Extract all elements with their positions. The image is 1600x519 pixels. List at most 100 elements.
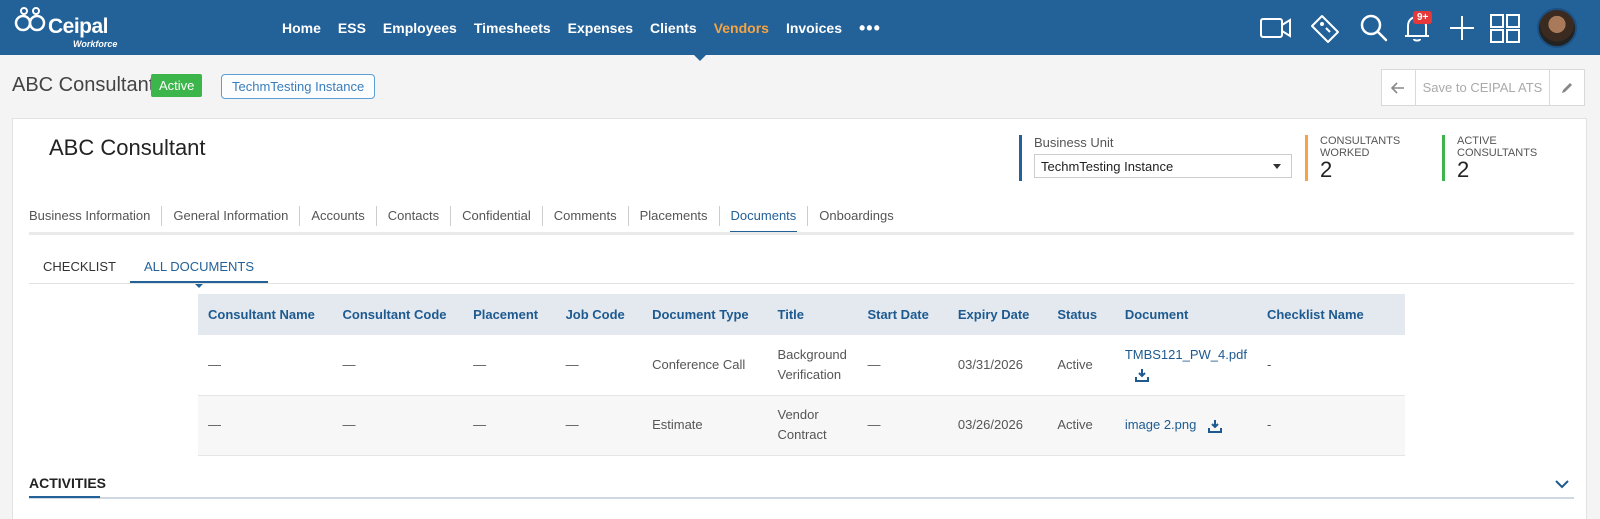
cell-document: TMBS121_PW_4.pdf <box>1114 335 1257 396</box>
stat-label: CONSULTANTS WORKED <box>1320 135 1401 159</box>
cell-job-code: — <box>555 395 643 456</box>
download-icon[interactable] <box>1134 368 1149 383</box>
subtab-all-documents[interactable]: ALL DOCUMENTS <box>129 249 269 288</box>
nav-invoices[interactable]: Invoices <box>786 20 842 36</box>
business-unit: Business Unit TechmTesting Instance <box>1019 135 1292 181</box>
cell-checklist-name: - <box>1256 335 1405 396</box>
instance-tag[interactable]: TechmTesting Instance <box>221 74 376 99</box>
tab-onboardings[interactable]: Onboardings <box>808 206 904 226</box>
cell-consultant-name: — <box>198 395 333 456</box>
vendor-card: ABC Consultant Business Unit TechmTestin… <box>12 118 1587 519</box>
tab-documents[interactable]: Documents <box>720 206 809 233</box>
column-header[interactable]: Expiry Date <box>947 294 1048 335</box>
arrow-left-icon <box>1391 81 1405 94</box>
header-actions: Save to CEIPAL ATS <box>1381 69 1585 106</box>
edit-button[interactable] <box>1550 70 1584 105</box>
nav-active-caret <box>693 54 707 61</box>
stat-value: 2 <box>1457 157 1470 182</box>
dropdown-caret-icon <box>1273 164 1281 169</box>
business-unit-select[interactable]: TechmTesting Instance <box>1034 154 1292 178</box>
nav-employees[interactable]: Employees <box>383 20 457 36</box>
nav-expenses[interactable]: Expenses <box>568 20 633 36</box>
activities-underline <box>29 496 100 498</box>
cell-title: Background Verification <box>767 335 858 396</box>
cell-start-date: — <box>857 335 948 396</box>
stat-consultants-worked: CONSULTANTS WORKED 2 <box>1305 135 1410 181</box>
tag-icon[interactable] <box>1308 12 1342 44</box>
status-badge: Active <box>151 74 203 97</box>
column-header[interactable]: Document <box>1114 294 1257 335</box>
chevron-down-icon[interactable] <box>1555 479 1569 489</box>
tab-business-information[interactable]: Business Information <box>29 206 163 226</box>
logo-subtitle: Workforce <box>73 39 118 49</box>
save-to-ats-button[interactable]: Save to CEIPAL ATS <box>1416 70 1551 105</box>
subtabs-divider <box>29 283 1574 284</box>
page-title: ABC Consultant <box>12 74 155 96</box>
cell-consultant-name: — <box>198 335 333 396</box>
stat-value: 2 <box>1320 157 1333 182</box>
document-subtabs: CHECKLIST ALL DOCUMENTS <box>29 249 269 288</box>
table-row: — — — — Conference Call Background Verif… <box>198 335 1405 396</box>
stat-active-consultants: ACTIVE CONSULTANTS 2 <box>1442 135 1547 181</box>
logo-text: Ceipal <box>48 15 109 38</box>
stat-label: ACTIVE CONSULTANTS <box>1457 135 1538 159</box>
cell-checklist-name: - <box>1256 395 1405 456</box>
subtab-checklist[interactable]: CHECKLIST <box>29 249 130 283</box>
user-avatar[interactable] <box>1537 8 1577 48</box>
video-icon[interactable] <box>1259 12 1293 44</box>
cell-job-code: — <box>555 335 643 396</box>
documents-table: Consultant Name Consultant Code Placemen… <box>198 294 1405 456</box>
notification-badge: 9+ <box>1413 11 1433 24</box>
column-header[interactable]: Status <box>1047 294 1115 335</box>
business-unit-label: Business Unit <box>1034 135 1114 150</box>
column-header[interactable]: Start Date <box>857 294 948 335</box>
tab-comments[interactable]: Comments <box>543 206 629 226</box>
nav-clients[interactable]: Clients <box>650 20 697 36</box>
cell-placement: — <box>463 395 556 456</box>
cell-consultant-code: — <box>332 335 464 396</box>
tab-general-information[interactable]: General Information <box>162 206 301 226</box>
tab-confidential[interactable]: Confidential <box>451 206 543 226</box>
column-header[interactable]: Placement <box>463 294 556 335</box>
cell-placement: — <box>463 335 556 396</box>
nav-timesheets[interactable]: Timesheets <box>474 20 551 36</box>
download-icon[interactable] <box>1208 419 1222 433</box>
grid-icon[interactable] <box>1488 12 1522 44</box>
cell-expiry-date: 03/31/2026 <box>947 335 1048 396</box>
column-header[interactable]: Document Type <box>642 294 768 335</box>
nav-home[interactable]: Home <box>282 20 321 36</box>
vendor-name: ABC Consultant <box>49 135 206 160</box>
document-link[interactable]: image 2.png <box>1125 417 1197 432</box>
column-header[interactable]: Job Code <box>555 294 643 335</box>
back-button[interactable] <box>1382 70 1416 105</box>
table-header-row: Consultant Name Consultant Code Placemen… <box>198 294 1405 335</box>
tab-accounts[interactable]: Accounts <box>300 206 377 226</box>
logo-icon <box>14 7 46 32</box>
tab-contacts[interactable]: Contacts <box>377 206 452 226</box>
cell-status: Active <box>1047 395 1115 456</box>
tab-placements[interactable]: Placements <box>629 206 720 226</box>
cell-start-date: — <box>857 395 948 456</box>
cell-document: image 2.png <box>1114 395 1257 456</box>
cell-title: Vendor Contract <box>767 395 858 456</box>
search-icon[interactable] <box>1357 12 1391 44</box>
column-header[interactable]: Consultant Name <box>198 294 333 335</box>
table-row: — — — — Estimate Vendor Contract — 03/26… <box>198 395 1405 456</box>
cell-consultant-code: — <box>332 395 464 456</box>
vendor-tabs: Business Information General Information… <box>29 199 905 233</box>
column-header[interactable]: Title <box>767 294 858 335</box>
pencil-icon <box>1562 82 1573 93</box>
tabs-divider <box>29 232 1574 235</box>
nav-more-icon[interactable]: ••• <box>859 19 881 37</box>
cell-document-type: Estimate <box>642 395 768 456</box>
cell-status: Active <box>1047 335 1115 396</box>
plus-icon[interactable] <box>1445 12 1479 44</box>
cell-document-type: Conference Call <box>642 335 768 396</box>
document-link[interactable]: TMBS121_PW_4.pdf <box>1125 347 1247 362</box>
column-header[interactable]: Checklist Name <box>1256 294 1405 335</box>
activities-heading[interactable]: ACTIVITIES <box>29 475 106 491</box>
column-header[interactable]: Consultant Code <box>332 294 464 335</box>
main-nav: Home ESS Employees Timesheets Expenses C… <box>282 0 881 55</box>
nav-vendors[interactable]: Vendors <box>714 20 769 36</box>
nav-ess[interactable]: ESS <box>338 20 366 36</box>
